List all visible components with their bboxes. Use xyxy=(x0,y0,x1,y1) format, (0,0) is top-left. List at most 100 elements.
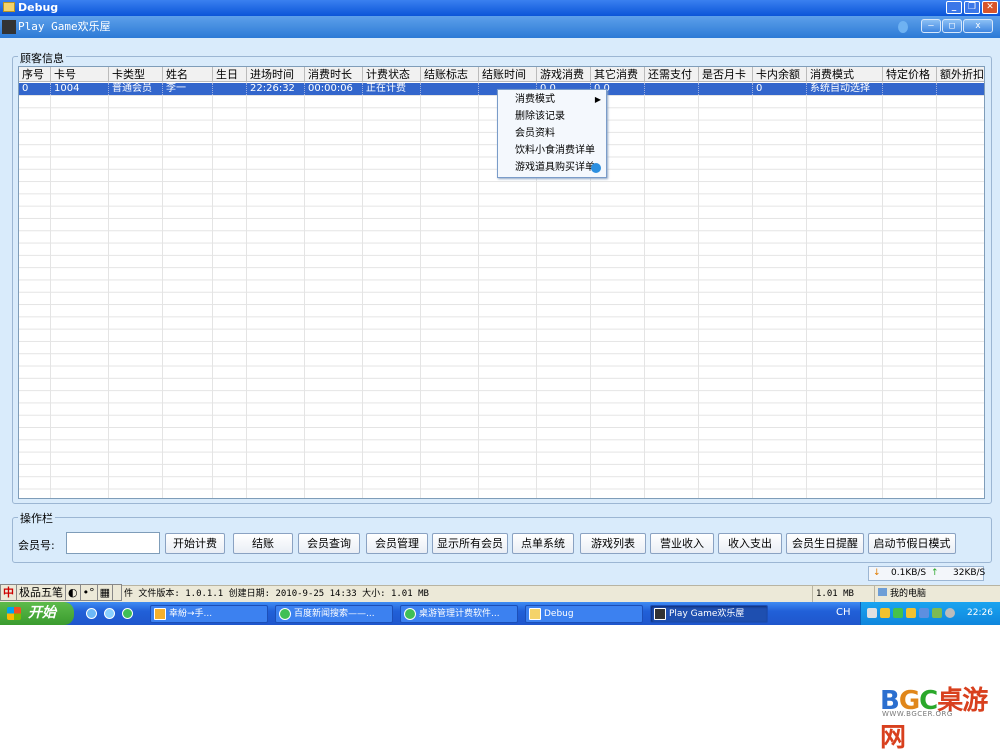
submenu-arrow-icon: ▶ xyxy=(594,95,601,104)
tray-icon-4[interactable] xyxy=(906,608,916,618)
column-header[interactable]: 是否月卡 xyxy=(699,67,753,82)
browser-icon xyxy=(404,608,416,620)
folder-icon xyxy=(529,608,541,620)
grid-column-line xyxy=(420,82,421,498)
watermark-logo: BGC桌游网 WWW.BGCER.ORG xyxy=(880,680,995,753)
member-number-label: 会员号: xyxy=(18,539,55,552)
column-header[interactable]: 结账标志 xyxy=(421,67,479,82)
volume-icon[interactable] xyxy=(945,608,955,618)
cursor-icon xyxy=(591,163,601,173)
menu-item-member-info[interactable]: 会员资料 xyxy=(498,125,606,142)
ie-quicklaunch-icon[interactable] xyxy=(104,608,115,619)
column-header[interactable]: 其它消费 xyxy=(591,67,645,82)
table-cell: 22:26:32 xyxy=(247,83,305,95)
start-button[interactable]: 开始 xyxy=(0,602,74,625)
grid-column-line xyxy=(806,82,807,498)
table-cell xyxy=(421,83,479,95)
column-header[interactable]: 游戏消费 xyxy=(537,67,591,82)
minimize-icon[interactable]: _ xyxy=(946,1,962,14)
browser-icon[interactable] xyxy=(122,608,133,619)
language-indicator[interactable]: CH xyxy=(836,607,851,618)
ime-name[interactable]: 极品五笔 xyxy=(17,585,66,600)
status-size: 1.01 MB xyxy=(812,586,854,602)
column-header[interactable]: 计费状态 xyxy=(363,67,421,82)
tray-icon-1[interactable] xyxy=(867,608,877,618)
ime-punct-icon[interactable]: •° xyxy=(81,585,98,600)
column-header[interactable]: 特定价格 xyxy=(883,67,937,82)
ie-icon[interactable] xyxy=(86,608,97,619)
income-expense-button[interactable]: 收入支出 xyxy=(718,533,782,554)
grid-column-line xyxy=(478,82,479,498)
menu-item-prop-detail[interactable]: 游戏道具购买详单 xyxy=(498,159,606,176)
explorer-status-bar: 件 文件版本: 1.0.1.1 创建日期: 2010-9-25 14:33 大小… xyxy=(0,585,1000,602)
holiday-mode-button[interactable]: 启动节假日模式 xyxy=(868,533,956,554)
taskbar-item-debug[interactable]: Debug xyxy=(525,605,643,623)
start-billing-button[interactable]: 开始计费 xyxy=(165,533,225,554)
tray-icon-6[interactable] xyxy=(932,608,942,618)
app-titlebar[interactable]: Play Game欢乐屋 — □ x xyxy=(0,16,1000,38)
member-number-input[interactable] xyxy=(66,532,160,554)
table-cell xyxy=(883,83,937,95)
member-query-button[interactable]: 会员查询 xyxy=(298,533,360,554)
column-header[interactable]: 结账时间 xyxy=(479,67,537,82)
table-cell: 00:00:06 xyxy=(305,83,363,95)
ime-keyboard-icon[interactable]: ▦ xyxy=(98,585,114,600)
column-header[interactable]: 卡号 xyxy=(51,67,109,82)
column-header[interactable]: 还需支付 xyxy=(645,67,699,82)
grid-column-line xyxy=(162,82,163,498)
column-header[interactable]: 卡类型 xyxy=(109,67,163,82)
taskbar-item-app[interactable]: Play Game欢乐屋 xyxy=(650,605,768,623)
status-text: 件 文件版本: 1.0.1.1 创建日期: 2010-9-25 14:33 大小… xyxy=(124,589,429,599)
checkout-button[interactable]: 结账 xyxy=(233,533,293,554)
windows-flag-icon xyxy=(7,607,21,620)
order-system-button[interactable]: 点单系统 xyxy=(512,533,574,554)
column-header[interactable]: 卡内余额 xyxy=(753,67,807,82)
app-restore-icon[interactable]: □ xyxy=(942,19,962,33)
table-cell: 0 xyxy=(753,83,807,95)
menu-item-snack-detail[interactable]: 饮料小食消费详单 xyxy=(498,142,606,159)
app-minimize-icon[interactable]: — xyxy=(921,19,941,33)
close-icon[interactable]: ✕ xyxy=(982,1,998,14)
taskbar-item-3[interactable]: 桌游管理计费软件... xyxy=(400,605,518,623)
tray-icon-2[interactable] xyxy=(880,608,890,618)
column-header[interactable]: 额外折扣 xyxy=(937,67,984,82)
app-logo-icon xyxy=(654,608,666,620)
download-speed: 0.1KB/S xyxy=(891,568,927,578)
taskbar-item-2[interactable]: 百度新闻搜索——... xyxy=(275,605,393,623)
game-list-button[interactable]: 游戏列表 xyxy=(580,533,646,554)
menu-item-delete-record[interactable]: 删除该记录 xyxy=(498,108,606,125)
debug-window-title: Debug xyxy=(18,1,59,14)
grid-column-line xyxy=(752,82,753,498)
grid-column-line xyxy=(50,82,51,498)
app-close-icon[interactable]: x xyxy=(963,19,993,33)
ime-halfwidth-icon[interactable]: ◐ xyxy=(66,585,81,600)
taskbar-item-1[interactable]: 幸紛→手... xyxy=(150,605,268,623)
column-header[interactable]: 消费时长 xyxy=(305,67,363,82)
grid-column-line xyxy=(212,82,213,498)
menu-item-consume-mode[interactable]: 消费模式 ▶ xyxy=(498,91,606,108)
tray-icon-5[interactable] xyxy=(919,608,929,618)
column-header[interactable]: 进场时间 xyxy=(247,67,305,82)
column-header[interactable]: 消费模式 xyxy=(807,67,883,82)
ime-toolbar[interactable]: 中 极品五笔 ◐ •° ▦ xyxy=(0,584,122,601)
table-cell: 0 xyxy=(19,83,51,95)
show-all-members-button[interactable]: 显示所有会员 xyxy=(432,533,508,554)
context-menu: 消费模式 ▶ 删除该记录 会员资料 饮料小食消费详单 游戏道具购买详单 xyxy=(497,89,607,178)
ime-mode[interactable]: 中 xyxy=(1,585,17,600)
business-income-button[interactable]: 营业收入 xyxy=(650,533,714,554)
watermark-url: WWW.BGCER.ORG xyxy=(882,710,953,718)
table-cell xyxy=(937,83,984,95)
column-header[interactable]: 序号 xyxy=(19,67,51,82)
debug-window-titlebar[interactable]: Debug _ ❐ ✕ xyxy=(0,0,1000,16)
restore-icon[interactable]: ❐ xyxy=(964,1,980,14)
column-header[interactable]: 生日 xyxy=(213,67,247,82)
grid-column-line xyxy=(882,82,883,498)
column-header[interactable]: 姓名 xyxy=(163,67,213,82)
member-manage-button[interactable]: 会员管理 xyxy=(366,533,428,554)
birthday-reminder-button[interactable]: 会员生日提醒 xyxy=(786,533,864,554)
system-tray: 22:26 xyxy=(860,602,1000,625)
tray-icon-3[interactable] xyxy=(893,608,903,618)
help-icon[interactable] xyxy=(898,21,908,33)
grid-column-line xyxy=(108,82,109,498)
network-speed: ↓ 0.1KB/S ↑ 32KB/S xyxy=(868,566,985,581)
